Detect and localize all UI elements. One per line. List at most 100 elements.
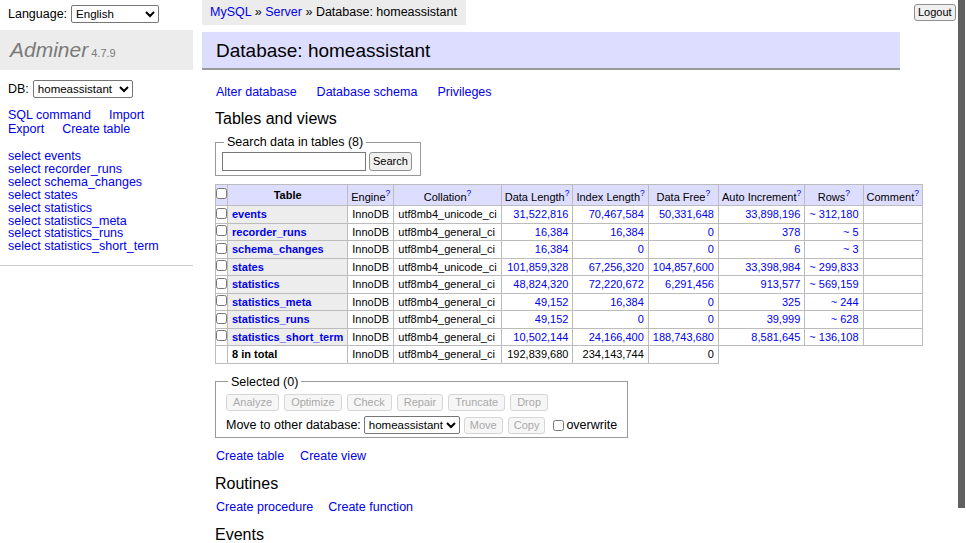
rows-count-link[interactable]: ~ 569,159 xyxy=(809,278,858,290)
adminer-logo[interactable]: Adminer xyxy=(10,38,88,61)
table-name-link[interactable]: statistics_meta xyxy=(232,296,312,308)
rows-count-link[interactable]: ~ 5 xyxy=(843,226,859,238)
table-name-link[interactable]: states xyxy=(232,261,264,273)
auto-increment-link[interactable]: 39,999 xyxy=(767,313,801,325)
sidebar-table-link[interactable]: select statistics_meta xyxy=(8,214,127,228)
rows-count-link[interactable]: ~ 3 xyxy=(843,243,859,255)
auto-increment-link[interactable]: 913,577 xyxy=(761,278,801,290)
breadcrumb-server-link[interactable]: Server xyxy=(265,5,302,19)
create-view-link[interactable]: Create view xyxy=(300,449,366,463)
scrollbar-thumb[interactable] xyxy=(958,0,965,508)
rows-help-link[interactable]: ? xyxy=(845,188,850,198)
sidebar-link-sql-command[interactable]: SQL command xyxy=(8,108,91,122)
create-table-link[interactable]: Create table xyxy=(216,449,284,463)
privileges-link[interactable]: Privileges xyxy=(437,85,491,99)
data-free-link[interactable]: 104,857,600 xyxy=(653,261,714,273)
data-length-link[interactable]: 16,384 xyxy=(535,243,569,255)
index-length-link[interactable]: 16,384 xyxy=(610,226,644,238)
search-input[interactable] xyxy=(222,152,366,171)
db-select[interactable]: homeassistant xyxy=(33,80,133,98)
auto-increment-link[interactable]: 6 xyxy=(794,243,800,255)
row-checkbox[interactable] xyxy=(216,225,227,236)
database-schema-link[interactable]: Database schema xyxy=(317,85,418,99)
row-checkbox[interactable] xyxy=(216,313,227,324)
index-length-link[interactable]: 24,166,400 xyxy=(589,331,644,343)
data-free-link[interactable]: 0 xyxy=(708,243,714,255)
data-length-link[interactable]: 101,859,328 xyxy=(507,261,568,273)
bulk-action-button[interactable]: Optimize xyxy=(284,394,341,411)
index-length-help-link[interactable]: ? xyxy=(640,188,645,198)
data-free-link[interactable]: 0 xyxy=(708,313,714,325)
auto-increment-help-link[interactable]: ? xyxy=(797,188,802,198)
data-free-link[interactable]: 0 xyxy=(708,296,714,308)
row-checkbox[interactable] xyxy=(216,208,227,219)
logout-button[interactable]: Logout xyxy=(914,4,956,21)
create-procedure-link[interactable]: Create procedure xyxy=(216,500,313,514)
auto-increment-link[interactable]: 33,898,196 xyxy=(745,208,800,220)
table-name-link[interactable]: events xyxy=(232,208,267,220)
row-checkbox[interactable] xyxy=(216,330,227,341)
move-database-select[interactable]: homeassistant xyxy=(364,416,460,434)
breadcrumb-mysql-link[interactable]: MySQL xyxy=(210,5,251,19)
sidebar-table-link[interactable]: select statistics_short_term xyxy=(8,239,159,253)
sidebar-table-link[interactable]: select statistics_runs xyxy=(8,226,123,240)
copy-button[interactable]: Copy xyxy=(508,417,546,434)
sidebar-table-link[interactable]: select schema_changes xyxy=(8,175,142,189)
data-length-link[interactable]: 48,824,320 xyxy=(513,278,568,290)
index-length-link[interactable]: 0 xyxy=(638,313,644,325)
bulk-action-button[interactable]: Check xyxy=(347,394,392,411)
auto-increment-link[interactable]: 378 xyxy=(782,226,800,238)
search-button[interactable]: Search xyxy=(369,152,412,171)
table-name-link[interactable]: recorder_runs xyxy=(232,226,307,238)
bulk-action-button[interactable]: Analyze xyxy=(226,394,279,411)
sidebar-table-link[interactable]: select statistics xyxy=(8,201,92,215)
overwrite-checkbox[interactable] xyxy=(553,420,564,431)
row-checkbox[interactable] xyxy=(216,295,227,306)
scrollbar[interactable] xyxy=(956,0,966,543)
index-length-link[interactable]: 16,384 xyxy=(610,296,644,308)
data-free-link[interactable]: 50,331,648 xyxy=(659,208,714,220)
rows-count-link[interactable]: ~ 299,833 xyxy=(809,261,858,273)
rows-count-link[interactable]: ~ 628 xyxy=(831,313,859,325)
auto-increment-link[interactable]: 325 xyxy=(782,296,800,308)
data-length-link[interactable]: 49,152 xyxy=(535,296,569,308)
select-all-checkbox[interactable] xyxy=(216,188,227,199)
auto-increment-link[interactable]: 33,398,984 xyxy=(745,261,800,273)
table-name-link[interactable]: statistics_runs xyxy=(232,313,310,325)
bulk-action-button[interactable]: Truncate xyxy=(448,394,505,411)
row-checkbox[interactable] xyxy=(216,278,227,289)
index-length-link[interactable]: 70,467,584 xyxy=(589,208,644,220)
rows-count-link[interactable]: ~ 244 xyxy=(831,296,859,308)
data-length-link[interactable]: 16,384 xyxy=(535,226,569,238)
data-length-link[interactable]: 31,522,816 xyxy=(513,208,568,220)
index-length-link[interactable]: 67,256,320 xyxy=(589,261,644,273)
language-select[interactable]: English xyxy=(71,5,159,23)
sidebar-link-import[interactable]: Import xyxy=(109,108,144,122)
index-length-link[interactable]: 72,220,672 xyxy=(589,278,644,290)
data-free-link[interactable]: 6,291,456 xyxy=(665,278,714,290)
table-name-link[interactable]: statistics xyxy=(232,278,280,290)
sidebar-link-export[interactable]: Export xyxy=(8,122,44,136)
engine-help-link[interactable]: ? xyxy=(386,188,391,198)
create-function-link[interactable]: Create function xyxy=(328,500,413,514)
data-length-link[interactable]: 49,152 xyxy=(535,313,569,325)
collation-help-link[interactable]: ? xyxy=(467,188,472,198)
data-free-link[interactable]: 0 xyxy=(708,226,714,238)
data-free-link[interactable]: 188,743,680 xyxy=(653,331,714,343)
move-button[interactable]: Move xyxy=(464,417,503,434)
table-name-link[interactable]: statistics_short_term xyxy=(232,331,343,343)
comment-help-link[interactable]: ? xyxy=(914,188,919,198)
row-checkbox[interactable] xyxy=(216,260,227,271)
auto-increment-link[interactable]: 8,581,645 xyxy=(751,331,800,343)
data-length-link[interactable]: 10,502,144 xyxy=(513,331,568,343)
sidebar-table-link[interactable]: select states xyxy=(8,188,77,202)
data-free-help-link[interactable]: ? xyxy=(705,188,710,198)
sidebar-table-link[interactable]: select events xyxy=(8,149,81,163)
sidebar-link-create-table[interactable]: Create table xyxy=(62,122,130,136)
rows-count-link[interactable]: ~ 136,108 xyxy=(809,331,858,343)
row-checkbox[interactable] xyxy=(216,243,227,254)
index-length-link[interactable]: 0 xyxy=(638,243,644,255)
alter-database-link[interactable]: Alter database xyxy=(216,85,297,99)
data-length-help-link[interactable]: ? xyxy=(565,188,570,198)
table-name-link[interactable]: schema_changes xyxy=(232,243,324,255)
